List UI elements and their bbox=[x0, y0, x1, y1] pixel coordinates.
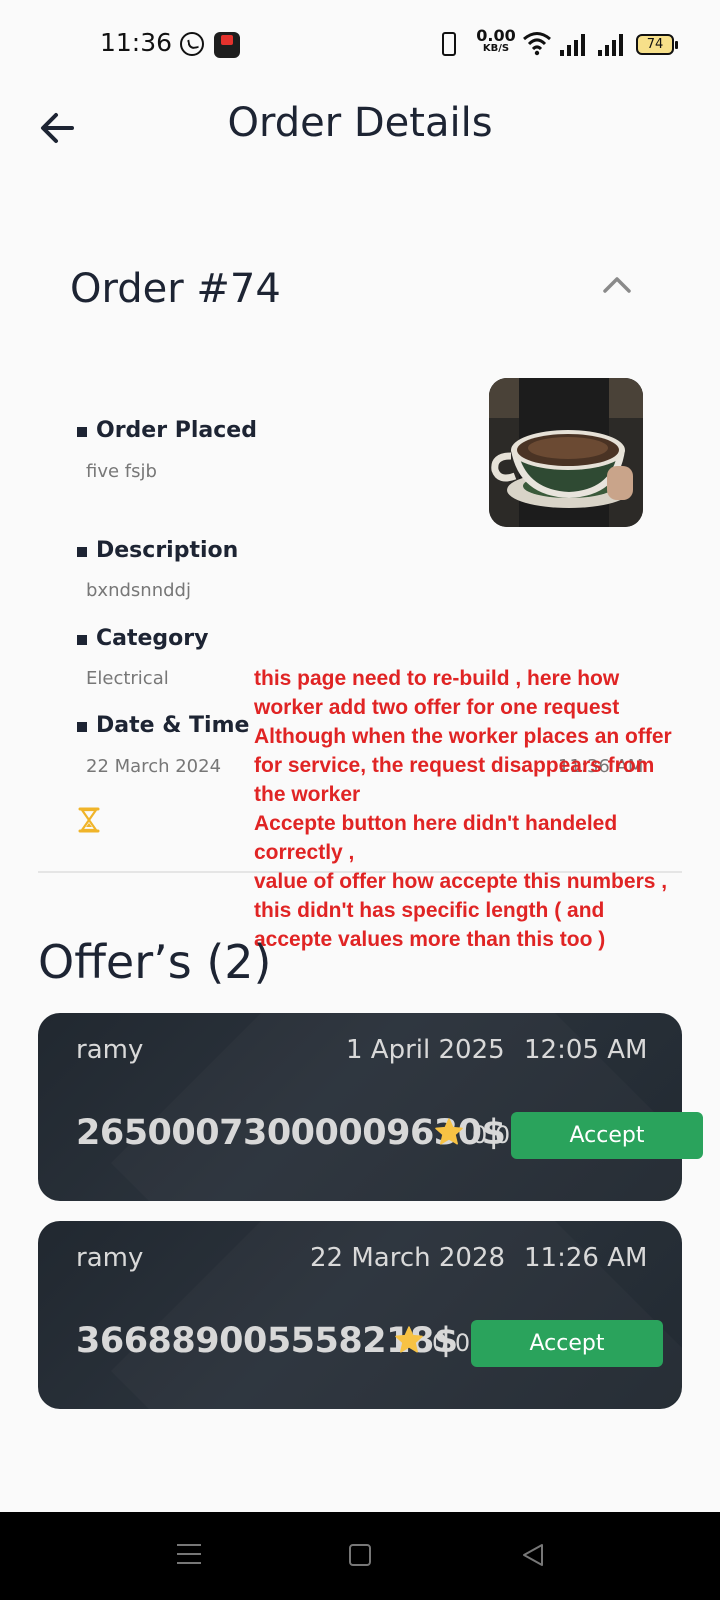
bullet bbox=[77, 547, 87, 557]
annotation-line: this page need to re-build , here how bbox=[254, 667, 620, 690]
detail-label: Date & Time bbox=[96, 713, 250, 738]
whatsapp-icon bbox=[180, 32, 204, 56]
chevron-up-icon[interactable] bbox=[596, 270, 638, 300]
signal-icon bbox=[598, 34, 626, 56]
offer-worker-name: ramy bbox=[76, 1035, 144, 1065]
star-icon bbox=[435, 1118, 463, 1145]
net-speed: 0.00 KB/S bbox=[476, 28, 516, 54]
signal-icon bbox=[560, 34, 588, 56]
offer-date: 22 March 2028 bbox=[310, 1243, 506, 1273]
accept-button[interactable]: Accept bbox=[511, 1112, 703, 1159]
offers-title: Offer’s (2) bbox=[38, 935, 272, 989]
offer-rating: 0.0 bbox=[472, 1121, 511, 1149]
offer-time: 12:05 AM bbox=[524, 1035, 648, 1065]
offer-rating: 0.0 bbox=[432, 1329, 471, 1357]
arrow-left-icon[interactable] bbox=[32, 102, 84, 154]
detail-label: Description bbox=[96, 538, 239, 563]
battery-icon: 74 bbox=[636, 34, 678, 55]
annotation-line: value of offer how accepte this numbers … bbox=[254, 870, 668, 893]
star-icon bbox=[395, 1326, 423, 1353]
annotation-line: correctly , bbox=[254, 841, 355, 864]
detail-value: five fsjb bbox=[86, 461, 157, 482]
offer-time: 11:26 AM bbox=[524, 1243, 648, 1273]
bullet bbox=[77, 635, 87, 645]
home-icon[interactable] bbox=[349, 1544, 371, 1566]
annotation-line: Although when the worker places an offer bbox=[254, 725, 672, 748]
offer-card: ramy 22 March 2028 11:26 AM 366889005558… bbox=[38, 1221, 682, 1409]
detail-value: bxndsnnddj bbox=[86, 580, 191, 601]
detail-label: Category bbox=[96, 626, 209, 651]
hourglass-icon bbox=[78, 807, 100, 833]
annotation-line: accepte values more than this too ) bbox=[254, 928, 606, 951]
order-title: Order #74 bbox=[70, 266, 281, 312]
detail-label: Order Placed bbox=[96, 418, 257, 443]
menu-icon[interactable] bbox=[177, 1542, 201, 1566]
order-image bbox=[489, 378, 643, 527]
offer-card: ramy 1 April 2025 12:05 AM 2650007300000… bbox=[38, 1013, 682, 1201]
annotation-note: this page need to re-build , here how wo… bbox=[254, 664, 694, 954]
accept-button[interactable]: Accept bbox=[471, 1320, 663, 1367]
wifi-icon bbox=[523, 32, 551, 56]
detail-value: Electrical bbox=[86, 668, 169, 689]
back-icon[interactable] bbox=[520, 1542, 546, 1568]
bullet bbox=[77, 427, 87, 437]
vibrate-icon bbox=[442, 32, 456, 56]
detail-value: 22 March 2024 bbox=[86, 756, 222, 777]
status-bar: 11:36 0.00 KB/S 74 bbox=[0, 0, 720, 90]
status-time: 11:36 bbox=[100, 28, 173, 57]
annotation-line: for service, the request disappears from bbox=[254, 754, 655, 777]
annotation-line: the worker bbox=[254, 783, 361, 806]
annotation-line: this didn't has specific length ( and bbox=[254, 899, 605, 922]
page-title: Order Details bbox=[227, 100, 493, 146]
offer-worker-name: ramy bbox=[76, 1243, 144, 1273]
net-speed-value: 0.00 bbox=[476, 26, 516, 45]
system-nav-bar bbox=[0, 1512, 720, 1600]
annotation-line: Accepte button here didn't handeled bbox=[254, 812, 618, 835]
annotation-line: worker add two offer for one request bbox=[254, 696, 620, 719]
bullet bbox=[77, 722, 87, 732]
net-speed-unit: KB/S bbox=[482, 43, 510, 54]
app-icon bbox=[214, 32, 240, 58]
offer-date: 1 April 2025 bbox=[346, 1035, 505, 1065]
